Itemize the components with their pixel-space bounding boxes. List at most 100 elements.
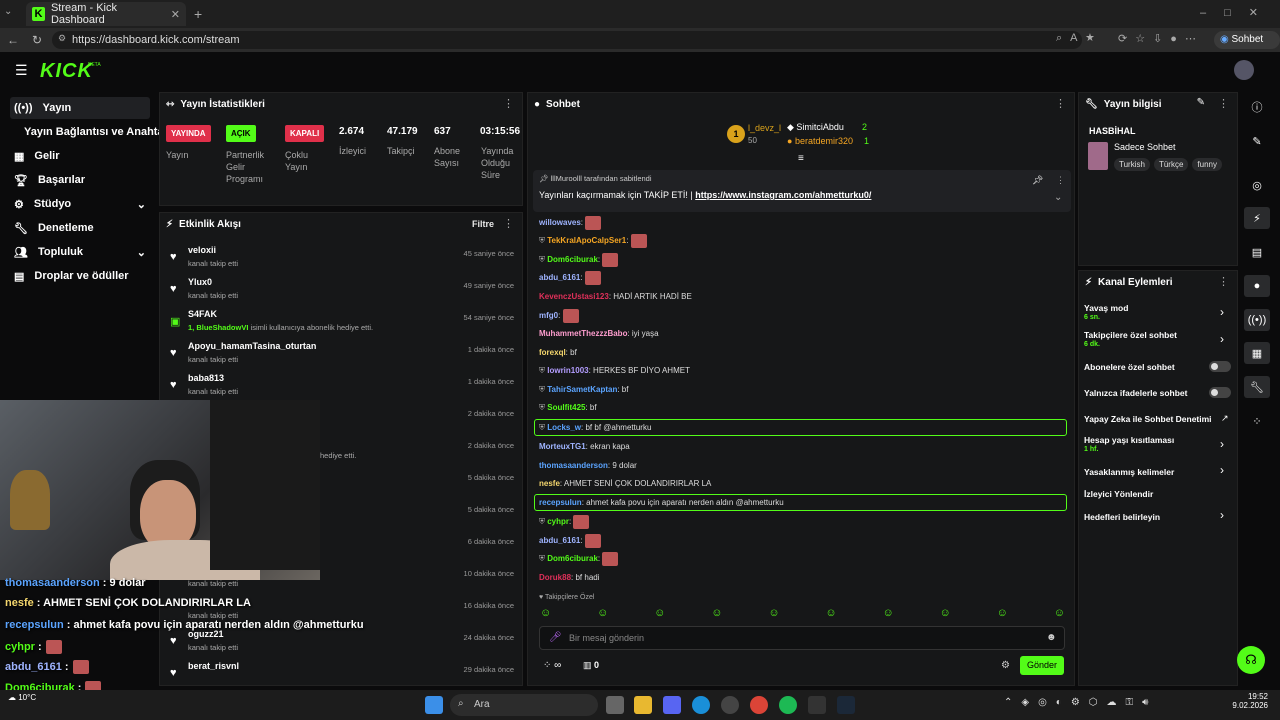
- feed-name[interactable]: baba813: [188, 373, 224, 383]
- filter-button[interactable]: Filtre: [472, 219, 494, 229]
- chat-username[interactable]: Dom6ciburak: [547, 554, 598, 563]
- feed-name[interactable]: veloxii: [188, 245, 216, 255]
- banned-words-label[interactable]: Yasaklanmış kelimeler: [1084, 467, 1174, 477]
- leader-3[interactable]: ● beratdemir320: [787, 136, 853, 146]
- task-view-icon[interactable]: [606, 696, 624, 714]
- slow-mode-label[interactable]: Yavaş mod: [1084, 303, 1128, 313]
- chat-username[interactable]: abdu_6161: [539, 273, 580, 282]
- wrench-icon[interactable]: 🔧︎: [1244, 376, 1270, 398]
- chevron-right-icon[interactable]: ›: [1220, 332, 1224, 346]
- chat-username[interactable]: Doruk88: [539, 573, 571, 582]
- leader-1-name[interactable]: l_devz_l: [748, 123, 781, 133]
- edit-icon[interactable]: ✎: [1197, 97, 1205, 108]
- emote-icon[interactable]: ☺: [540, 607, 551, 621]
- weather[interactable]: ☁ 10°C: [8, 693, 36, 702]
- sidebar-item-stream[interactable]: ((•)) Yayın: [10, 97, 150, 119]
- tray-icons[interactable]: ⌃◈◎◐⚙⬡☁⚿🔊︎: [1004, 697, 1157, 708]
- chat-username[interactable]: abdu_6161: [539, 536, 580, 545]
- infinity-icon[interactable]: ⁘ ∞: [543, 660, 561, 671]
- feed-name[interactable]: berat_risvnl: [188, 661, 239, 671]
- copilot-button[interactable]: ◉ Sohbet et: [1214, 31, 1280, 63]
- chat-username[interactable]: Soulfit425: [547, 403, 585, 412]
- lightning-icon[interactable]: ⚡︎: [1244, 207, 1270, 229]
- clock[interactable]: 19:52 9.02.2026: [1232, 692, 1268, 710]
- sidebar-item-achievements[interactable]: 🏆︎ Başarılar: [10, 169, 150, 191]
- chat-username[interactable]: TekKralApoCalpSer1: [547, 236, 626, 245]
- chat-settings-icon[interactable]: ⚙: [1001, 660, 1010, 671]
- chat-username[interactable]: cyhpr: [547, 517, 569, 526]
- emote-icon[interactable]: ☺: [825, 607, 836, 621]
- more-icon[interactable]: ⋮: [503, 97, 514, 110]
- browser-toolbar-icons[interactable]: ⟳☆⇩●⋯: [1118, 32, 1204, 45]
- emotes-only-toggle[interactable]: [1209, 387, 1231, 398]
- leader-2[interactable]: ◆ SimitciAbdu: [787, 122, 844, 133]
- feed-name[interactable]: S4FAK: [188, 309, 217, 319]
- sidebar-item-revenue[interactable]: ▦ Gelir: [10, 145, 150, 167]
- chevron-right-icon[interactable]: ›: [1220, 305, 1224, 319]
- hamburger-menu-icon[interactable]: ☰: [15, 62, 28, 79]
- sidebar-item-stream-key[interactable]: Yayın Bağlantısı ve Anahtarı: [20, 121, 171, 143]
- record-icon[interactable]: ◎: [1244, 174, 1270, 196]
- steam-icon[interactable]: [837, 696, 855, 714]
- discord-icon[interactable]: [663, 696, 681, 714]
- windows-start-icon[interactable]: [425, 696, 443, 714]
- mic-icon[interactable]: 🎤︎: [549, 632, 562, 643]
- reload-icon[interactable]: ↻: [28, 28, 46, 52]
- chat-username[interactable]: Dom6ciburak: [547, 255, 598, 264]
- site-info-icon[interactable]: ⚙: [58, 33, 66, 44]
- kick-logo[interactable]: KICK: [40, 60, 93, 83]
- chat-username[interactable]: willowaves: [539, 218, 581, 227]
- expand-leaders-icon[interactable]: ≡: [798, 153, 804, 164]
- more-icon[interactable]: ⋮: [1218, 97, 1229, 110]
- help-icon[interactable]: ☊: [1237, 646, 1265, 674]
- account-age-label[interactable]: Hesap yaşı kısıtlaması: [1084, 435, 1174, 445]
- emote-icon[interactable]: ☺: [711, 607, 722, 621]
- sidebar-item-drops[interactable]: ▤ Droplar ve ödüller: [10, 265, 150, 287]
- send-button[interactable]: Gönder: [1020, 656, 1064, 675]
- sidebar-item-moderation[interactable]: 🔧︎ Denetleme: [10, 217, 150, 239]
- chevron-right-icon[interactable]: ›: [1220, 437, 1224, 451]
- sidebar-item-community[interactable]: 👥︎ Topluluk ⌄: [10, 241, 150, 263]
- pen-icon[interactable]: ✎: [1244, 130, 1270, 152]
- chat-username[interactable]: mfg0: [539, 311, 558, 320]
- tab-menu-icon[interactable]: ⌄: [4, 6, 12, 17]
- unpin-icon[interactable]: 📌︎: [1032, 175, 1043, 186]
- info-icon[interactable]: ⓘ: [1244, 96, 1270, 118]
- emote-icon[interactable]: ☺: [940, 607, 951, 621]
- spotify-icon[interactable]: [779, 696, 797, 714]
- emote-icon[interactable]: ☺: [882, 607, 893, 621]
- chat-username[interactable]: TahirSametKaptan: [547, 385, 617, 394]
- emoji-picker-icon[interactable]: ☻: [1046, 632, 1057, 643]
- chat-icon[interactable]: ●: [1244, 275, 1270, 297]
- chevron-down-icon[interactable]: ⌄: [1054, 192, 1062, 203]
- emote-icon[interactable]: ☺: [768, 607, 779, 621]
- file-explorer-icon[interactable]: [634, 696, 652, 714]
- notes-icon[interactable]: ▤: [1244, 241, 1270, 263]
- chat-username[interactable]: Locks_w: [547, 423, 581, 432]
- feed-name[interactable]: Ylux0: [188, 277, 212, 287]
- followers-only-label[interactable]: Takipçilere özel sohbet: [1084, 330, 1177, 340]
- list-icon[interactable]: ▦: [1244, 342, 1270, 364]
- taskbar-search[interactable]: Ara: [450, 694, 598, 716]
- browser-tab[interactable]: K Stream - Kick Dashboard ✕: [26, 2, 186, 26]
- url-input[interactable]: https://dashboard.kick.com/stream: [52, 31, 1082, 49]
- edge-icon[interactable]: [692, 696, 710, 714]
- emote-icon[interactable]: ☺: [654, 607, 665, 621]
- window-controls[interactable]: –□✕: [1200, 6, 1276, 19]
- terminal-icon[interactable]: [808, 696, 826, 714]
- external-link-icon[interactable]: ↗: [1221, 413, 1229, 424]
- chat-username[interactable]: recepsulun: [539, 498, 582, 507]
- subs-only-toggle[interactable]: [1209, 361, 1231, 372]
- ai-mod-label[interactable]: Yapay Zeka ile Sohbet Denetimi: [1084, 414, 1212, 424]
- chat-username[interactable]: nesfe: [539, 479, 560, 488]
- app-icon[interactable]: [721, 696, 739, 714]
- more-icon[interactable]: ⋮: [1055, 97, 1066, 110]
- raid-label[interactable]: İzleyici Yönlendir: [1084, 489, 1153, 499]
- category-name[interactable]: Sadece Sohbet: [1114, 142, 1176, 152]
- chrome-icon[interactable]: [750, 696, 768, 714]
- nodes-icon[interactable]: ⁘: [1244, 410, 1270, 432]
- chat-username[interactable]: MuhammetThezzzBabo: [539, 329, 627, 338]
- close-tab-icon[interactable]: ✕: [171, 8, 180, 21]
- chevron-right-icon[interactable]: ›: [1220, 463, 1224, 477]
- chevron-right-icon[interactable]: ›: [1220, 508, 1224, 522]
